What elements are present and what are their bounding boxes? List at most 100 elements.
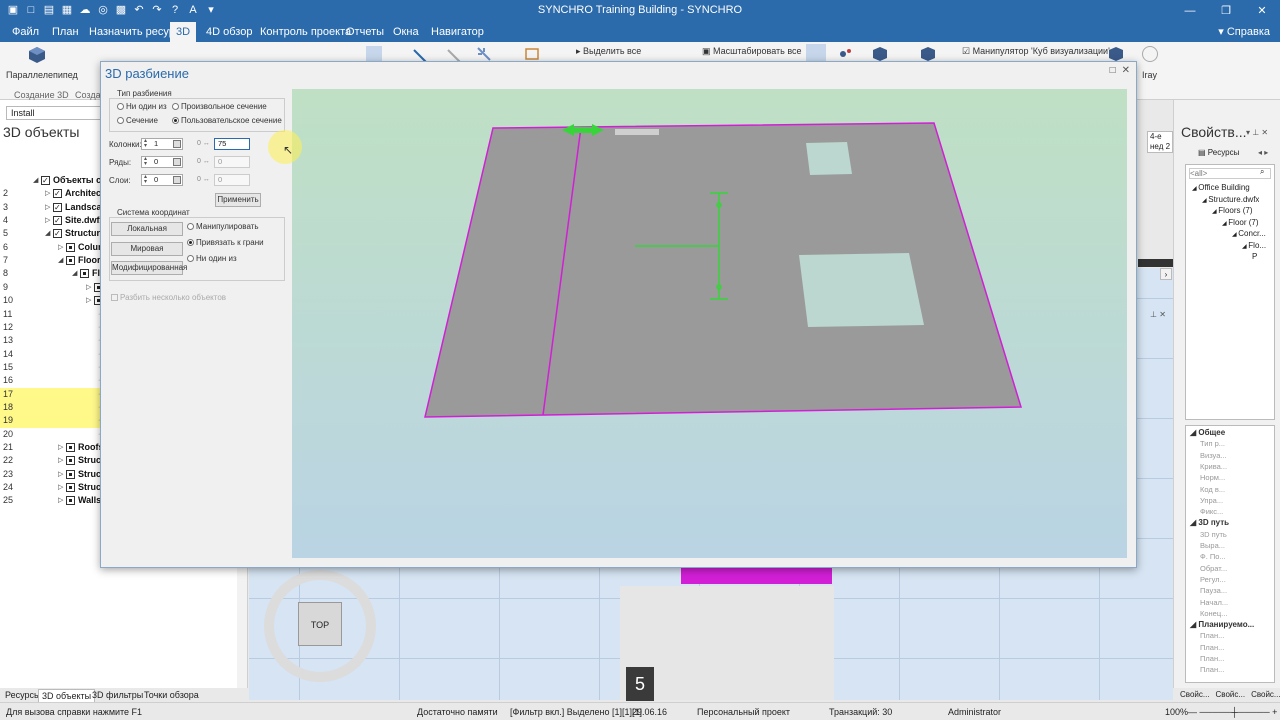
cube-view-2-icon[interactable] — [920, 46, 936, 62]
visibility-checkbox[interactable] — [80, 269, 89, 279]
rows-input[interactable]: 0 — [214, 156, 250, 168]
radio-manipulate[interactable]: Манипулировать — [187, 222, 259, 231]
tab-reports[interactable]: Отчеты — [340, 22, 390, 42]
visibility-checkbox[interactable] — [66, 256, 75, 266]
close-icon[interactable]: ✕ — [1244, 0, 1280, 22]
link-icon[interactable] — [838, 46, 854, 62]
visibility-checkbox[interactable] — [53, 227, 62, 240]
side-scroll-right-icon[interactable]: › — [1160, 268, 1172, 280]
visibility-checkbox[interactable] — [53, 201, 62, 214]
select-all-button[interactable]: ▸ Выделить все — [576, 46, 641, 57]
zoom-all-button[interactable]: ▣ Масштабировать все — [702, 46, 802, 57]
expand-toggle-icon[interactable]: ▷ — [58, 441, 66, 454]
columns-input[interactable]: 75 — [214, 138, 250, 150]
property-row[interactable]: Упра... — [1200, 496, 1223, 505]
top-view-button[interactable]: TOP — [298, 602, 342, 646]
expand-toggle-icon[interactable]: ◢ — [45, 227, 53, 240]
view-icon[interactable] — [366, 46, 382, 62]
help-menu[interactable]: ▾ Справка — [1218, 22, 1270, 42]
tab-navigator[interactable]: Навигатор — [425, 22, 490, 42]
property-row[interactable]: Пауза... — [1200, 586, 1227, 595]
resources-tab[interactable]: ▤ Ресурсы — [1198, 148, 1239, 157]
resource-tree-item[interactable]: ◢ Floor (7) — [1222, 218, 1259, 227]
property-row[interactable]: Крива... — [1200, 462, 1227, 471]
local-button[interactable]: Локальная — [111, 222, 183, 236]
tab-4d-review[interactable]: 4D обзор — [200, 22, 258, 42]
expand-toggle-icon[interactable]: ◢ — [33, 174, 41, 187]
expand-toggle-icon[interactable]: ▷ — [58, 481, 66, 494]
world-button[interactable]: Мировая — [111, 242, 183, 256]
property-row[interactable]: План... — [1200, 665, 1224, 674]
visibility-checkbox[interactable] — [41, 174, 50, 187]
property-row[interactable]: Фикс... — [1200, 507, 1223, 516]
rows-calc-icon[interactable] — [173, 158, 181, 166]
dialog-close-icon[interactable]: ✕ — [1122, 65, 1130, 76]
property-row[interactable]: Регул... — [1200, 575, 1226, 584]
iray-icon[interactable] — [1142, 46, 1158, 62]
visibility-checkbox[interactable] — [66, 483, 75, 493]
radio-none[interactable]: Ни один из — [117, 102, 167, 111]
radio-arbitrary[interactable]: Произвольное сечение — [172, 102, 267, 111]
prop-tab-1[interactable]: Свойс... — [1180, 690, 1210, 699]
tab-3d[interactable]: 3D — [170, 22, 197, 42]
resource-tree-item[interactable]: ◢ Concr... — [1232, 229, 1266, 238]
radio-section[interactable]: Сечение — [117, 116, 158, 125]
columns-calc-icon[interactable] — [173, 140, 181, 148]
rows-spinner[interactable]: ▴ ▾ 0 — [141, 156, 183, 168]
property-row[interactable]: Конец... — [1200, 609, 1227, 618]
split-preview[interactable] — [292, 89, 1127, 558]
property-row[interactable]: Выра... — [1200, 541, 1225, 550]
expand-toggle-icon[interactable]: ◢ — [72, 267, 80, 280]
property-row[interactable]: Обрат... — [1200, 564, 1227, 573]
property-group-header[interactable]: ◢ Общее — [1190, 428, 1225, 437]
expand-toggle-icon[interactable]: ▷ — [58, 241, 66, 254]
visual-cube-icon[interactable] — [1108, 46, 1124, 62]
radio-coord-none[interactable]: Ни один из — [187, 254, 237, 263]
tab-plan[interactable]: План — [46, 22, 85, 42]
radio-custom-section[interactable]: Пользовательское сечение — [172, 116, 282, 125]
expand-toggle-icon[interactable]: ▷ — [58, 468, 66, 481]
layers-calc-icon[interactable] — [173, 176, 181, 184]
property-group-header[interactable]: ◢ 3D путь — [1190, 518, 1229, 527]
search-icon[interactable]: ⌕ — [1260, 167, 1264, 177]
expand-toggle-icon[interactable]: ▷ — [45, 201, 53, 214]
columns-spinner[interactable]: ▴ ▾ 1 — [141, 138, 183, 150]
layers-spinner[interactable]: ▴ ▾ 0 — [141, 174, 183, 186]
resource-tree-item[interactable]: ◢ Floors (7) — [1212, 206, 1253, 215]
tab-windows[interactable]: Окна — [387, 22, 425, 42]
filter-field[interactable]: Install — [6, 106, 101, 120]
resource-tree-item[interactable]: ◢ Office Building — [1192, 183, 1250, 192]
expand-toggle-icon[interactable]: ▷ — [45, 214, 53, 227]
visibility-checkbox[interactable] — [66, 469, 75, 479]
resource-tree-item[interactable]: ◢ Structure.dwfx — [1202, 195, 1259, 204]
property-row[interactable]: Визуа... — [1200, 451, 1227, 460]
tab-3d-objects[interactable]: 3D объекты — [38, 689, 96, 703]
layers-input[interactable]: 0 — [214, 174, 250, 186]
expand-toggle-icon[interactable]: ▷ — [58, 454, 66, 467]
tab-scroll-arrows[interactable]: ◂ ▸ — [1258, 148, 1268, 157]
visibility-checkbox[interactable] — [66, 242, 75, 252]
minimize-icon[interactable]: — — [1172, 0, 1208, 22]
property-group-header[interactable]: ◢ Планируемо... — [1190, 620, 1254, 629]
panel-controls[interactable]: ▾ ⊥ ✕ — [1246, 128, 1268, 137]
transform-icon[interactable] — [476, 46, 492, 62]
maximize-icon[interactable]: □ — [1110, 65, 1116, 76]
multi-split-checkbox[interactable]: Разбить несколько объектов — [111, 293, 226, 302]
radio-snap-face[interactable]: Привязать к грани — [187, 238, 264, 247]
parallelepiped-button[interactable]: Параллелепипед — [4, 46, 78, 86]
property-row[interactable]: Норм... — [1200, 473, 1225, 482]
expand-toggle-icon[interactable]: ▷ — [58, 494, 66, 507]
visibility-checkbox[interactable] — [66, 443, 75, 452]
manipulator-checkbox[interactable]: ☑ Манипулятор 'Куб визуализации' — [962, 46, 1110, 57]
property-row[interactable]: План... — [1200, 643, 1224, 652]
visibility-checkbox[interactable] — [66, 456, 75, 466]
side-scrollbar[interactable] — [1138, 259, 1173, 267]
property-row[interactable]: Начал... — [1200, 598, 1228, 607]
cube-view-icon[interactable] — [872, 46, 888, 62]
expand-toggle-icon[interactable]: ▷ — [86, 294, 94, 307]
tab-viewpoints[interactable]: Точки обзора — [141, 689, 202, 701]
property-row[interactable]: План... — [1200, 654, 1224, 663]
visibility-checkbox[interactable] — [66, 496, 75, 506]
prop-tab-2[interactable]: Свойс... — [1216, 690, 1246, 699]
tab-3d-filters[interactable]: 3D фильтры — [89, 689, 146, 701]
